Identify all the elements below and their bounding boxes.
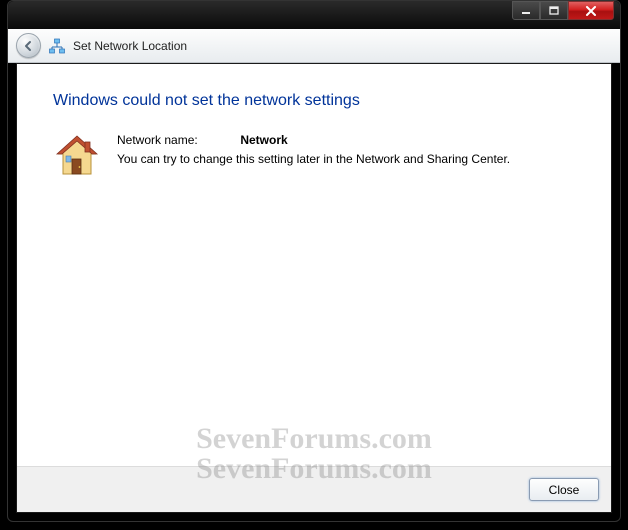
help-message: You can try to change this setting later…: [117, 151, 510, 168]
dialog-window: Set Network Location Windows could not s…: [7, 0, 621, 522]
header-bar: Set Network Location: [8, 29, 620, 63]
titlebar: [8, 1, 620, 29]
close-button[interactable]: Close: [529, 478, 599, 501]
body-text: Network name: Network You can try to cha…: [117, 132, 510, 180]
dialog-title: Set Network Location: [73, 39, 187, 53]
window-controls: [512, 1, 614, 21]
content-area: Windows could not set the network settin…: [16, 63, 612, 513]
network-name-label: Network name:: [117, 132, 237, 149]
home-network-icon: [53, 132, 101, 180]
close-button-label: Close: [549, 483, 580, 497]
minimize-button[interactable]: [512, 1, 540, 20]
dialog-footer: Close: [17, 466, 611, 512]
main-heading: Windows could not set the network settin…: [53, 92, 575, 110]
back-arrow-icon: [22, 39, 36, 53]
network-name-value: Network: [240, 133, 287, 147]
maximize-button[interactable]: [540, 1, 568, 20]
network-icon: [49, 38, 65, 54]
back-button[interactable]: [16, 33, 41, 58]
close-window-button[interactable]: [568, 1, 614, 20]
